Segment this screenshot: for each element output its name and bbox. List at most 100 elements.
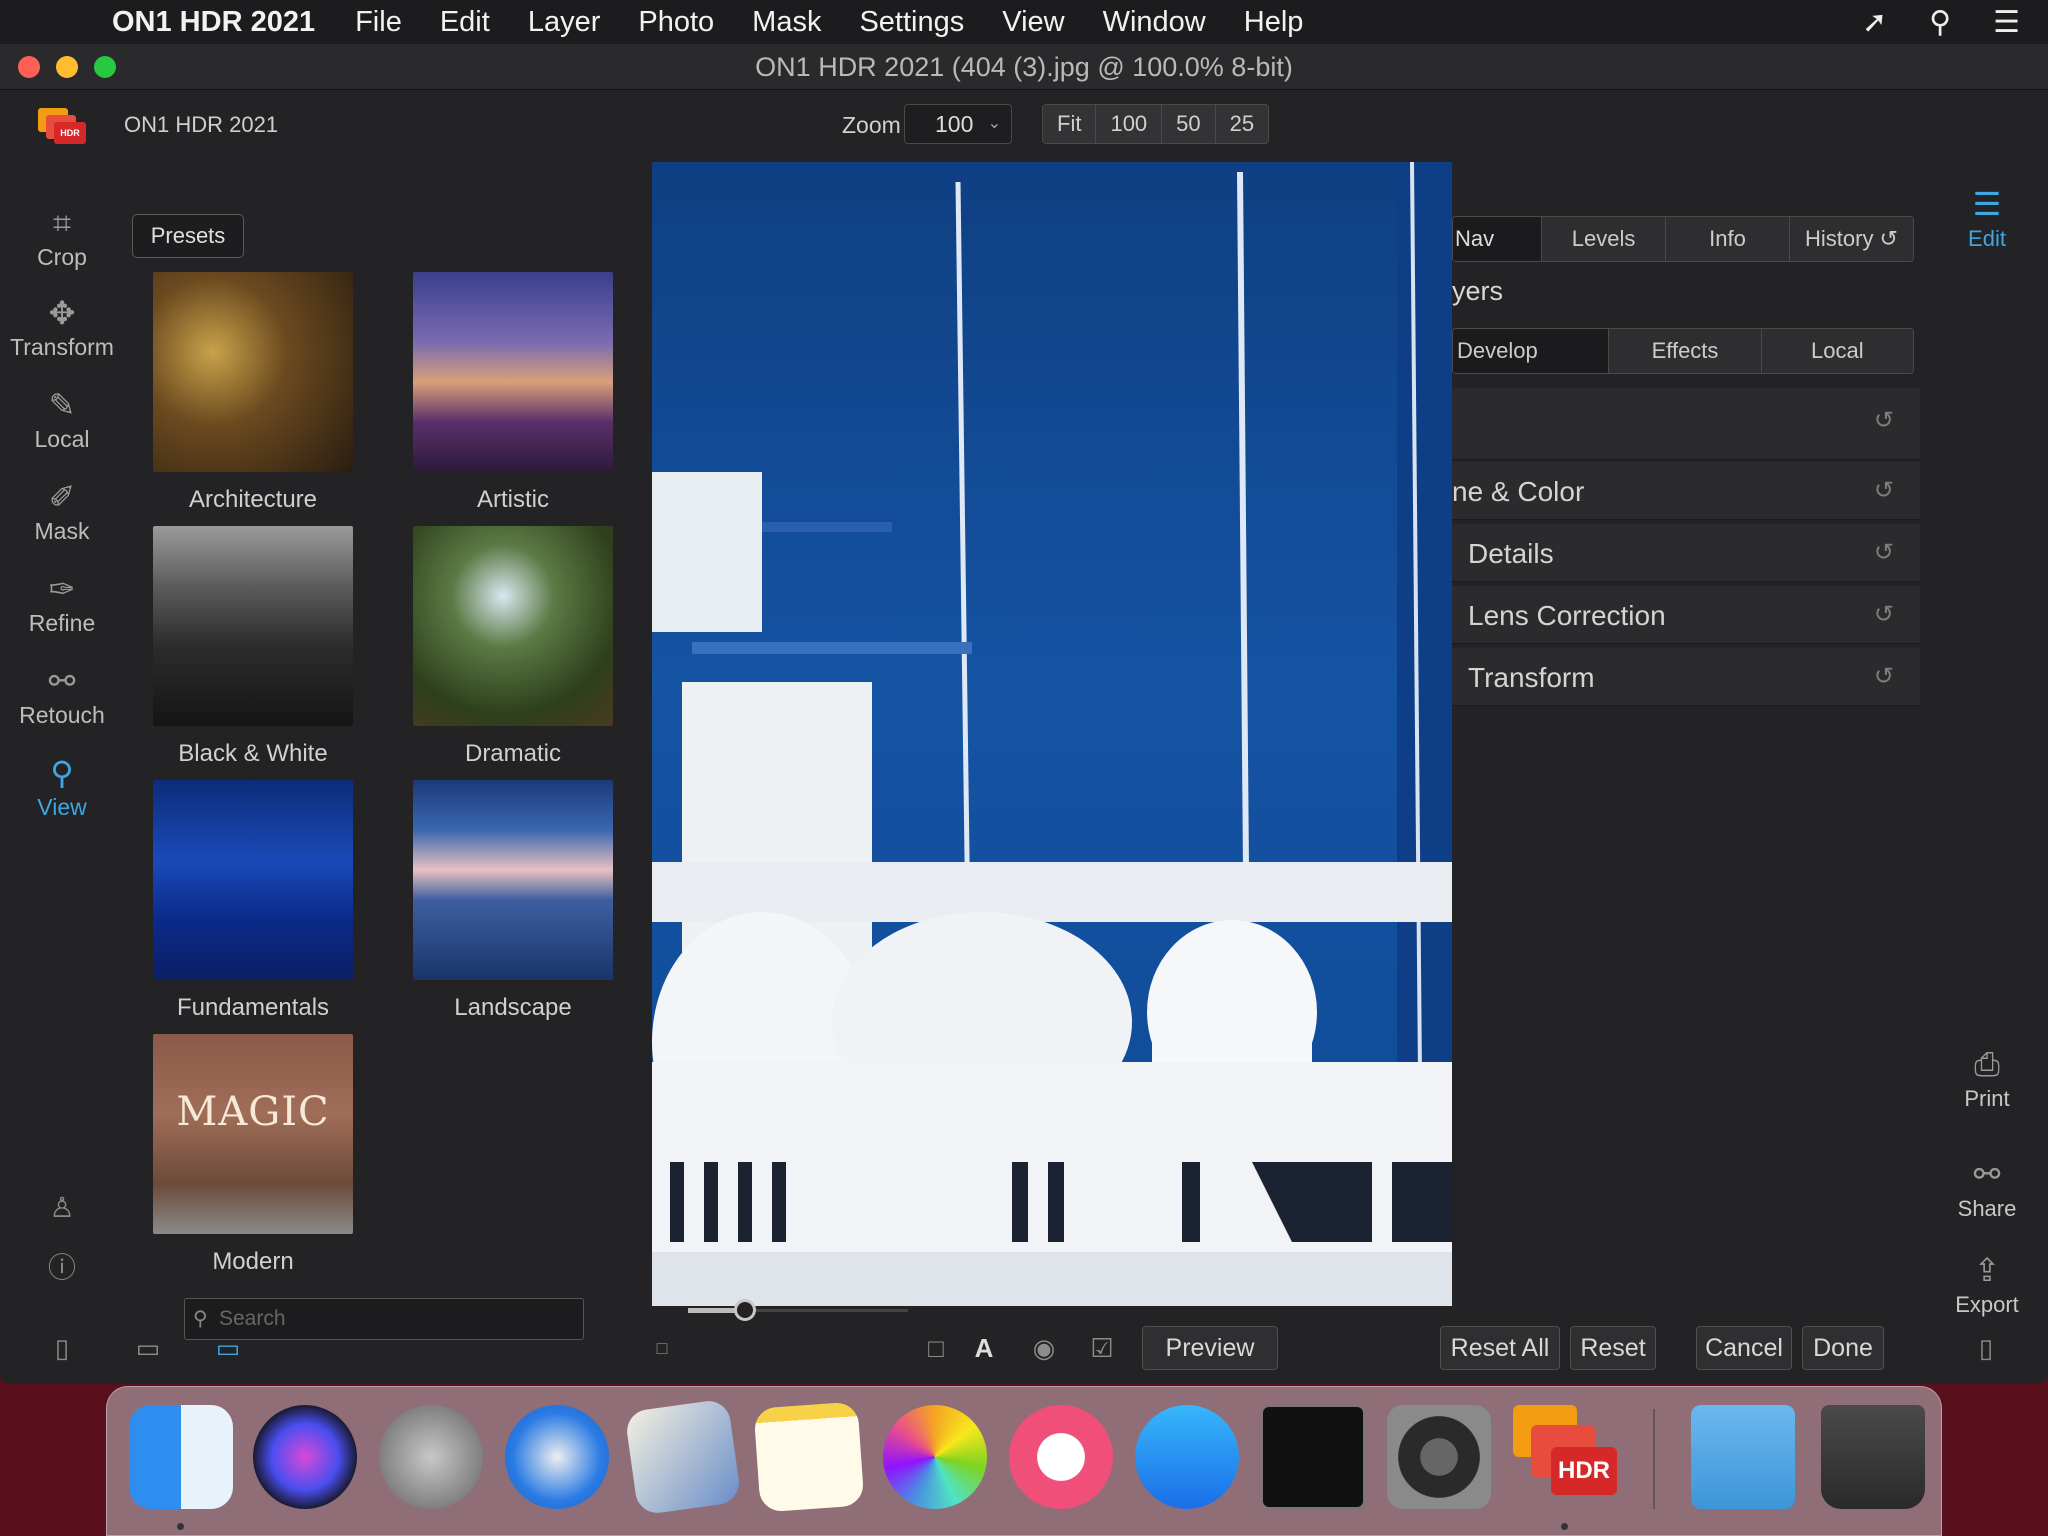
preset-thumb-landscape[interactable] [413,780,613,980]
tab-history[interactable]: History ↺ [1790,217,1913,261]
zoom-value: 100 [935,111,974,137]
zoom-100-button[interactable]: 100 [1096,105,1163,143]
section-tone-color[interactable]: ne & Color ↺ [1452,462,1920,520]
section-lens-correction[interactable]: Lens Correction ↺ [1452,586,1920,644]
menu-view[interactable]: View [1002,6,1064,39]
done-button[interactable]: Done [1802,1326,1884,1370]
single-view-icon[interactable]: ▭ [206,1328,250,1368]
search-icon[interactable]: ⚲ [1929,5,1951,40]
checkmark-square-icon[interactable]: ☑ [1082,1328,1122,1368]
view-hand-icon: ⚲ [50,755,74,791]
safari-icon[interactable] [505,1405,609,1509]
toggle-right-panel-icon[interactable]: ▯ [1968,1328,2004,1368]
tool-mask[interactable]: ✐ Mask [0,476,124,545]
preset-label-artistic: Artistic [477,486,549,513]
app-title: ON1 HDR 2021 [124,112,279,137]
tab-nav[interactable]: Nav [1453,217,1543,261]
info-tabs: Nav Levels Info History ↺ [1452,216,1914,262]
section-transform[interactable]: Transform ↺ [1452,648,1920,706]
menu-window[interactable]: Window [1103,6,1206,39]
reset-icon[interactable]: ↺ [1874,476,1894,505]
refine-brush-icon: ✑ [48,571,76,607]
zoom-preset-group: Fit 100 50 25 [1042,104,1270,144]
cancel-button[interactable]: Cancel [1696,1326,1792,1370]
tool-view[interactable]: ⚲ View [0,752,124,821]
tab-develop[interactable]: Develop [1453,329,1610,373]
mail-stamp-icon[interactable] [624,1398,742,1516]
module-label: Print [1964,1086,2010,1111]
preview-button[interactable]: Preview [1142,1326,1278,1370]
user-icon[interactable]: ♙ [44,1190,80,1226]
preset-thumb-architecture[interactable] [153,272,353,472]
toggle-left-panel-icon[interactable]: ▯ [44,1328,80,1368]
system-preferences-icon[interactable] [1387,1405,1491,1509]
share-icon: ⚯ [1973,1156,2001,1192]
reset-icon[interactable]: ↺ [1874,406,1894,435]
siri-icon[interactable] [253,1405,357,1509]
module-share[interactable]: ⚯ Share [1926,1152,2048,1222]
tool-crop[interactable]: ⌗ Crop [0,202,124,271]
finder-icon[interactable] [129,1405,233,1509]
minimize-window-button[interactable] [56,56,78,78]
module-label: Edit [1968,226,2006,251]
menu-layer[interactable]: Layer [528,6,601,39]
mask-square-icon[interactable]: □ [918,1328,954,1368]
preset-thumb-dramatic[interactable] [413,526,613,726]
tab-levels[interactable]: Levels [1542,217,1667,261]
reset-button[interactable]: Reset [1570,1326,1656,1370]
terminal-icon[interactable] [1261,1405,1365,1509]
preset-thumb-modern[interactable]: MAGIC [153,1034,353,1234]
tool-local[interactable]: ✎ Local [0,384,124,453]
help-icon[interactable]: ⓘ [44,1250,80,1286]
reset-icon[interactable]: ↺ [1874,662,1894,691]
section-header-blank[interactable]: ↺ [1452,388,1920,460]
preset-thumb-artistic[interactable] [413,272,613,472]
tool-transform[interactable]: ✥ Transform [0,292,124,361]
menu-photo[interactable]: Photo [638,6,714,39]
launchpad-icon[interactable] [379,1405,483,1509]
tab-local[interactable]: Local [1761,329,1913,373]
menu-help[interactable]: Help [1244,6,1304,39]
tab-info[interactable]: Info [1666,217,1791,261]
zoom-select[interactable]: 100 ⌄ [904,104,1012,144]
tool-refine[interactable]: ✑ Refine [0,568,124,637]
small-square-icon[interactable]: □ [650,1328,674,1368]
text-overlay-icon[interactable]: A [964,1328,1004,1368]
reset-icon[interactable]: ↺ [1874,600,1894,629]
tool-label: View [37,794,87,820]
zoom-25-button[interactable]: 25 [1215,105,1269,143]
image-canvas[interactable] [652,162,1452,1306]
app-logo-text: HDR [54,122,86,144]
tab-effects[interactable]: Effects [1609,329,1762,373]
share-arrow-icon[interactable]: ➚ [1862,5,1887,40]
zoom-fit-button[interactable]: Fit [1043,105,1097,143]
zoom-50-button[interactable]: 50 [1162,105,1216,143]
module-print[interactable]: ⎙ Print [1926,1042,2048,1112]
menu-settings[interactable]: Settings [859,6,964,39]
tool-retouch[interactable]: ⚯ Retouch [0,660,124,729]
reset-icon[interactable]: ↺ [1874,538,1894,567]
menu-mask[interactable]: Mask [752,6,821,39]
app-store-icon[interactable] [1135,1405,1239,1509]
brush-size-slider-knob[interactable] [734,1299,756,1321]
section-details[interactable]: Details ↺ [1452,524,1920,582]
preset-thumb-black-white[interactable] [153,526,353,726]
menu-edit[interactable]: Edit [440,6,490,39]
music-icon[interactable] [1009,1405,1113,1509]
compare-view-icon[interactable]: ▭ [126,1328,170,1368]
zoom-window-button[interactable] [94,56,116,78]
circle-mask-icon[interactable]: ◉ [1024,1328,1064,1368]
presets-button[interactable]: Presets [132,214,244,258]
downloads-folder-icon[interactable] [1691,1405,1795,1509]
reset-all-button[interactable]: Reset All [1440,1326,1560,1370]
list-icon[interactable]: ☰ [1993,5,2020,40]
notes-icon[interactable] [753,1401,865,1513]
on1-hdr-dock-icon[interactable]: HDR [1513,1405,1617,1509]
preset-thumb-fundamentals[interactable] [153,780,353,980]
trash-icon[interactable] [1821,1405,1925,1509]
close-window-button[interactable] [18,56,40,78]
photos-icon[interactable] [883,1405,987,1509]
menu-app-name[interactable]: ON1 HDR 2021 [112,6,315,39]
module-edit[interactable]: ☰ Edit [1926,182,2048,252]
menu-file[interactable]: File [355,6,402,39]
